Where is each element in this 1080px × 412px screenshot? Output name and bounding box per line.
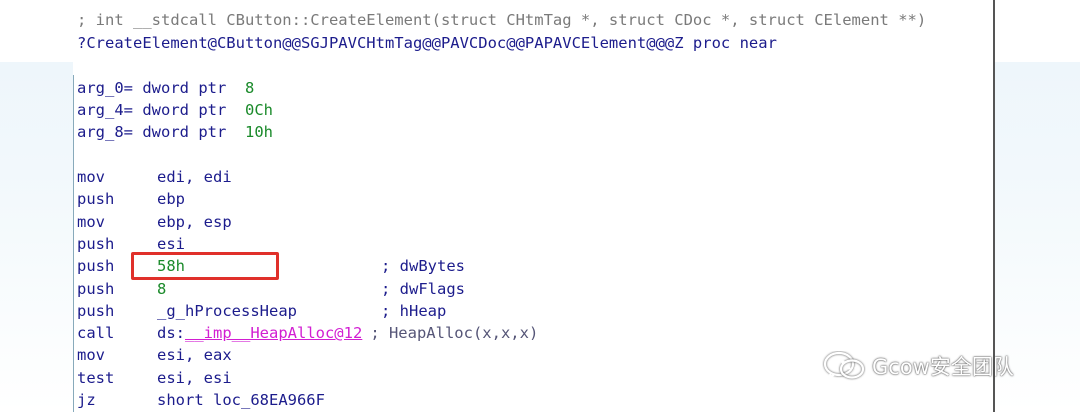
mnemonic: push: [77, 301, 115, 320]
inline-comment: ; HeapAlloc(x,x,x): [370, 324, 539, 343]
arg-decl: = dword ptr: [123, 101, 227, 119]
instruction-line[interactable]: test esi, esi: [77, 367, 317, 389]
operand[interactable]: __imp__HeapAlloc@12: [185, 324, 362, 342]
inline-comment: ; dwFlags: [381, 279, 465, 298]
mnemonic: push: [77, 190, 115, 209]
arg-decl: = dword ptr: [123, 123, 227, 141]
instruction-line[interactable]: push 8 ; dwFlags: [77, 278, 465, 300]
arg-line[interactable]: arg_8= dword ptr 10h: [77, 121, 273, 143]
highlight-box: [131, 252, 279, 280]
operand[interactable]: esi, esi: [157, 369, 232, 387]
inline-comment: ; dwBytes: [381, 257, 465, 276]
watermark: Gcow安全团队: [822, 350, 1014, 382]
proc-declaration[interactable]: ?CreateElement@CButton@@SGJPAVCHtmTag@@P…: [77, 32, 777, 54]
instruction-line[interactable]: mov ebp, esp: [77, 211, 317, 233]
operand-prefix: ds:: [157, 324, 185, 343]
operand[interactable]: _g_hProcessHeap: [157, 302, 297, 320]
operand[interactable]: ebp, esp: [157, 213, 232, 231]
arg-name[interactable]: arg_4: [77, 101, 124, 119]
proc-keyword: proc near: [692, 34, 777, 52]
mnemonic: call: [77, 324, 115, 343]
inline-comment: ; hHeap: [381, 301, 447, 320]
wechat-icon: [822, 351, 866, 381]
operand[interactable]: edi, edi: [157, 168, 232, 186]
arg-line[interactable]: arg_4= dword ptr 0Ch: [77, 99, 273, 121]
operand[interactable]: esi, eax: [157, 346, 232, 364]
operand[interactable]: 8: [157, 280, 166, 298]
arg-line[interactable]: arg_0= dword ptr 8: [77, 77, 254, 99]
watermark-text: Gcow安全团队: [872, 355, 1014, 379]
gutter-line: [73, 75, 74, 412]
mnemonic: mov: [77, 212, 105, 231]
instruction-line[interactable]: mov edi, edi: [77, 166, 317, 188]
arg-value: 10h: [245, 123, 273, 141]
mnemonic: mov: [77, 168, 105, 186]
arg-name[interactable]: arg_0: [77, 79, 124, 97]
operand[interactable]: esi: [157, 235, 185, 253]
instruction-line[interactable]: jz short loc_68EA966F: [77, 389, 325, 411]
function-signature-comment: ; int __stdcall CButton::CreateElement(s…: [77, 11, 927, 29]
mnemonic: test: [77, 368, 115, 387]
proc-name[interactable]: ?CreateElement@CButton@@SGJPAVCHtmTag@@P…: [77, 34, 684, 52]
mnemonic: mov: [77, 346, 105, 365]
arg-name[interactable]: arg_8: [77, 123, 124, 141]
arg-decl: = dword ptr: [123, 79, 227, 97]
instruction-line[interactable]: push _g_hProcessHeap ; hHeap: [77, 300, 446, 322]
instruction-line[interactable]: mov esi, eax: [77, 344, 317, 366]
mnemonic: push: [77, 279, 115, 298]
operand[interactable]: short loc_68EA966F: [157, 391, 325, 409]
arg-value: 0Ch: [245, 101, 273, 119]
operand[interactable]: ebp: [157, 190, 185, 208]
instruction-line[interactable]: push ebp: [77, 188, 317, 210]
mnemonic: jz: [77, 391, 96, 409]
instruction-line[interactable]: call ds:__imp__HeapAlloc@12 ; HeapAlloc(x,…: [77, 322, 538, 344]
arg-value: 8: [245, 79, 255, 97]
